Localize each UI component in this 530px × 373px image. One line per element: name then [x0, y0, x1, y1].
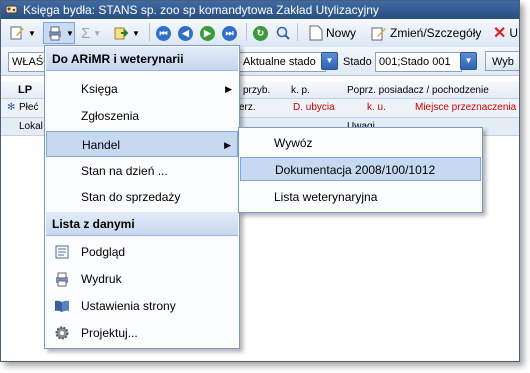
print-dropdown-button[interactable]: ▼ — [43, 22, 75, 44]
menu-item-label: Podgląd — [81, 245, 126, 259]
new-record-dropdown-button[interactable]: ▼ — [9, 23, 36, 43]
menu-item-label: Księga — [81, 82, 118, 96]
menu-item-preview[interactable]: Podgląd — [46, 239, 238, 265]
delete-button-label: U — [509, 26, 519, 40]
herd-type-combo[interactable]: Aktualne stado — [239, 52, 326, 72]
edit-icon — [371, 27, 386, 41]
menu-item-label: Stan na dzień ... — [81, 164, 168, 178]
export-dropdown-button[interactable]: ▼ — [113, 23, 140, 43]
column-header-location[interactable]: Lokal — [19, 121, 43, 132]
preview-icon — [55, 245, 69, 259]
herd-combo[interactable]: 001;Stado 001 — [375, 52, 462, 72]
column-header-destination[interactable]: Miejsce przeznaczenia — [415, 102, 516, 113]
menu-item-stan-na-dzien[interactable]: Stan na dzień ... — [46, 158, 238, 184]
column-header-erz[interactable]: erz. — [239, 102, 256, 113]
herd-type-dropdown-button[interactable]: ▼ — [321, 52, 338, 70]
menu-section-arimr: Do ARiMR i weterynarii — [46, 47, 238, 71]
submenu-arrow-icon: ▶ — [225, 84, 232, 94]
print-dropdown-menu: Do ARiMR i weterynarii Księga ▶ Zgłoszen… — [44, 45, 240, 349]
cow-app-icon — [5, 5, 18, 14]
last-record-button[interactable]: ⏭ — [222, 23, 237, 43]
chevron-down-icon: ▼ — [66, 28, 74, 38]
edit-details-label: Zmień/Szczegóły — [390, 26, 482, 40]
menu-section-list: Lista z danymi — [46, 212, 238, 236]
menu-item-label: Projektuj... — [81, 326, 138, 340]
column-header-ku[interactable]: k. u. — [367, 102, 386, 113]
new-button[interactable]: Nowy — [309, 23, 356, 43]
column-header-removal-date[interactable]: D. ubycia — [293, 102, 335, 113]
handel-submenu: Wywóz Dokumentacja 2008/100/1012 Lista w… — [238, 127, 483, 213]
chevron-down-icon: ▼ — [93, 28, 102, 38]
search-icon — [276, 26, 290, 40]
title-bar: Księga bydła: STANS sp. zoo sp komandyto… — [1, 1, 519, 19]
menu-item-label: Stan do sprzedaży — [81, 190, 181, 204]
choose-button[interactable]: Wyb — [485, 51, 519, 71]
first-record-button[interactable]: ⏮ — [156, 23, 171, 43]
menu-item-label: Wydruk — [81, 272, 122, 286]
sigma-icon: Σ — [81, 24, 91, 42]
submenu-item-wywoz[interactable]: Wywóz — [240, 131, 481, 155]
herd-dropdown-button[interactable]: ▼ — [460, 52, 477, 70]
submenu-item-dokumentacja[interactable]: Dokumentacja 2008/100/1012 — [240, 157, 481, 181]
menu-item-print[interactable]: Wydruk — [46, 266, 238, 292]
document-edit-icon — [10, 26, 24, 40]
gear-icon — [55, 326, 69, 340]
export-icon — [114, 27, 129, 40]
column-header-previous-owner[interactable]: Poprz. posiadacz / pochodzenie — [347, 85, 489, 96]
edit-details-button[interactable]: Zmień/Szczegóły — [371, 23, 481, 43]
printer-icon — [49, 26, 61, 41]
delete-button[interactable]: ✕ U — [493, 23, 518, 43]
previous-record-button[interactable]: ◀ — [178, 23, 193, 43]
new-row-marker-icon: ✻ — [7, 102, 16, 113]
menu-item-design[interactable]: Projektuj... — [46, 320, 238, 346]
column-header-arrival[interactable]: przyb. — [243, 85, 270, 96]
window-title: Księga bydła: STANS sp. zoo sp komandyto… — [23, 3, 379, 17]
menu-item-ksiega[interactable]: Księga ▶ — [46, 76, 238, 102]
menu-item-label: Ustawienia strony — [81, 299, 176, 313]
menu-item-zgloszenia[interactable]: Zgłoszenia — [46, 103, 238, 129]
refresh-icon: ↻ — [253, 25, 268, 41]
new-document-icon — [309, 25, 323, 41]
submenu-item-lista-weterynaryjna[interactable]: Lista weterynaryjna — [240, 185, 481, 209]
column-header-lp[interactable]: LP — [18, 84, 32, 96]
new-button-label: Nowy — [326, 26, 357, 40]
submenu-arrow-icon: ▶ — [224, 140, 231, 150]
chevron-down-icon: ▼ — [325, 56, 334, 65]
chevron-down-icon: ▼ — [464, 56, 473, 65]
herd-label: Stado — [343, 56, 372, 68]
menu-item-stan-do-sprzedazy[interactable]: Stan do sprzedaży — [46, 184, 238, 210]
main-toolbar: ▼ ▼ Σ ▼ ▼ ⏮ ◀ ▶ ⏭ ↻ Nowy Zmień/Szczegóły… — [1, 19, 519, 48]
next-record-icon: ▶ — [200, 25, 215, 41]
last-record-icon: ⏭ — [222, 25, 237, 41]
column-header-kp[interactable]: k. p. — [291, 85, 310, 96]
menu-item-page-setup[interactable]: Ustawienia strony — [46, 293, 238, 319]
next-record-button[interactable]: ▶ — [200, 23, 215, 43]
menu-item-label: Handel — [82, 138, 121, 152]
first-record-icon: ⏮ — [156, 25, 171, 41]
previous-record-icon: ◀ — [178, 25, 193, 41]
sum-dropdown-button[interactable]: Σ ▼ — [81, 23, 101, 43]
search-button[interactable] — [275, 23, 291, 43]
refresh-button[interactable]: ↻ — [253, 23, 268, 43]
book-icon — [55, 300, 69, 312]
delete-icon: ✕ — [493, 25, 507, 42]
chevron-down-icon: ▼ — [28, 28, 36, 38]
menu-item-label: Zgłoszenia — [81, 109, 140, 123]
chevron-down-icon: ▼ — [132, 28, 140, 38]
menu-item-handel[interactable]: Handel ▶ — [46, 131, 238, 157]
column-header-sex[interactable]: Płeć — [19, 102, 38, 113]
printer-icon — [56, 272, 68, 287]
